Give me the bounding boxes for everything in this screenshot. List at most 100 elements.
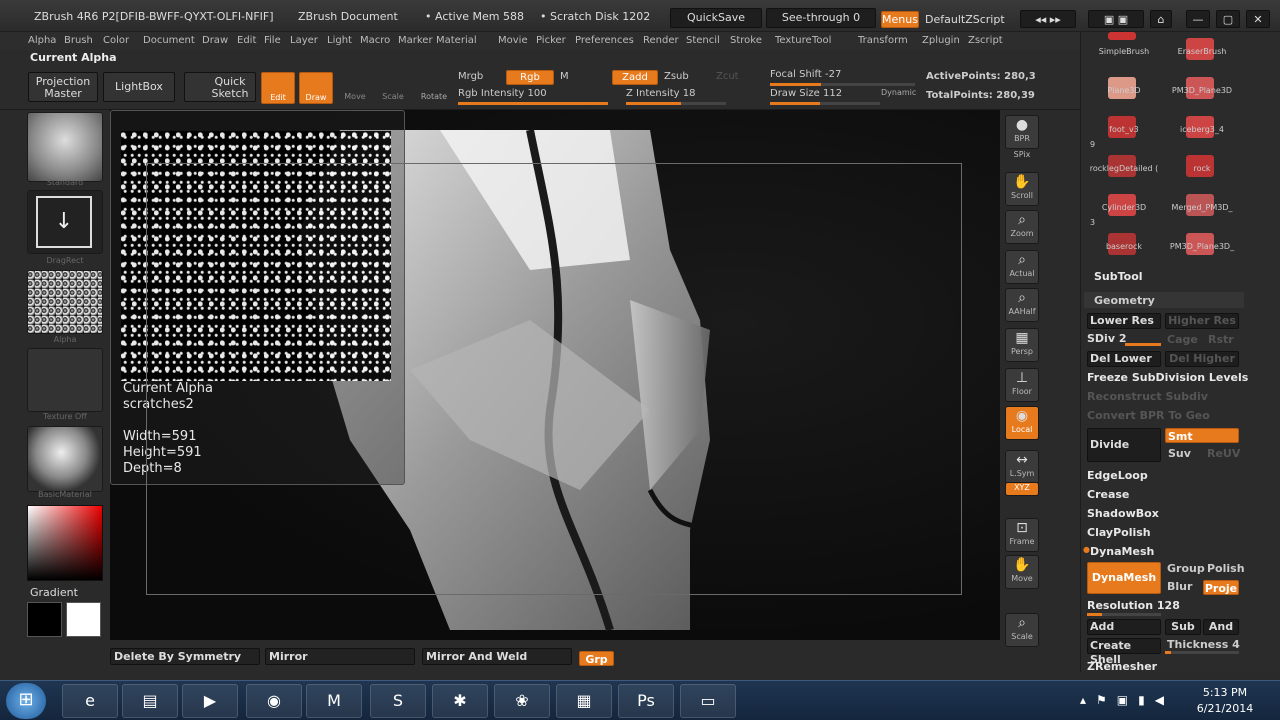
right-shelf-floor-button[interactable]: ⊥ Floor — [1005, 368, 1039, 402]
focal-shift-track[interactable] — [770, 83, 915, 86]
maya-icon[interactable]: M — [306, 684, 362, 718]
rgb-intensity-slider[interactable]: Rgb Intensity 100 — [458, 88, 547, 99]
draw-size-slider[interactable]: Draw Size 112 — [770, 88, 842, 99]
menu-item-file[interactable]: File — [264, 35, 281, 46]
freeze-subdiv-button[interactable]: Freeze SubDivision Levels — [1087, 371, 1248, 387]
right-shelf-scale-button[interactable]: ⌕ Scale — [1005, 613, 1039, 647]
history-arrows[interactable]: ◂◂ ▸▸ — [1020, 10, 1076, 28]
skype-icon[interactable]: S — [370, 684, 426, 718]
menu-item-brush[interactable]: Brush — [64, 35, 93, 46]
menu-item-movie[interactable]: Movie — [498, 35, 528, 46]
menu-item-zscript[interactable]: Zscript — [968, 35, 1003, 46]
right-shelf-local-button[interactable]: ◉ Local — [1005, 406, 1039, 440]
right-shelf-lsym-button[interactable]: ↔ L.Sym — [1005, 450, 1039, 484]
clock-date[interactable]: 6/21/2014 — [1190, 701, 1260, 717]
edit-button[interactable]: Edit — [261, 72, 295, 104]
blur-slider[interactable]: Blur — [1167, 580, 1192, 593]
system-tray-icons[interactable]: ▴⚑▣▮◀ — [1080, 693, 1174, 707]
photoshop-icon[interactable]: Ps — [618, 684, 674, 718]
quicksave-button[interactable]: QuickSave — [670, 8, 762, 28]
right-shelf-actual-button[interactable]: ⌕ Actual — [1005, 250, 1039, 284]
zsub-button[interactable]: Zsub — [664, 71, 689, 82]
minimize-icon[interactable]: — — [1186, 10, 1210, 28]
menu-item-color[interactable]: Color — [103, 35, 129, 46]
right-shelf-bpr-button[interactable]: ● BPR — [1005, 115, 1039, 149]
menu-item-material[interactable]: Material — [436, 35, 477, 46]
flower-app-icon[interactable]: ❀ — [494, 684, 550, 718]
higher-res-button[interactable]: Higher Res — [1165, 313, 1239, 329]
clock-time[interactable]: 5:13 PM — [1190, 685, 1260, 701]
polish-toggle[interactable]: Polish — [1207, 562, 1245, 575]
reconstruct-subdiv-button[interactable]: Reconstruct Subdiv — [1087, 390, 1208, 406]
resolution-track[interactable] — [1087, 613, 1161, 616]
zadd-button[interactable]: Zadd — [612, 70, 658, 85]
mirror-and-weld-button[interactable]: Mirror And Weld — [422, 648, 572, 665]
menu-item-picker[interactable]: Picker — [536, 35, 566, 46]
edgeloop-button[interactable]: EdgeLoop — [1087, 469, 1148, 485]
menu-item-stencil[interactable]: Stencil — [686, 35, 720, 46]
default-zscript-button[interactable]: DefaultZScript — [925, 13, 1005, 26]
internet-explorer-icon[interactable]: e — [62, 684, 118, 718]
add-button[interactable]: Add — [1087, 619, 1161, 635]
del-lower-button[interactable]: Del Lower — [1087, 351, 1161, 367]
shadowbox-button[interactable]: ShadowBox — [1087, 507, 1159, 523]
del-higher-button[interactable]: Del Higher — [1165, 351, 1239, 367]
create-shell-button[interactable]: Create Shell — [1087, 638, 1161, 666]
secondary-color-swatch[interactable] — [27, 602, 62, 637]
layout-icons[interactable]: ▣ ▣ — [1088, 10, 1144, 28]
texture-thumbnail[interactable] — [27, 348, 103, 412]
zremesher-subpalette[interactable]: ZRemesher — [1087, 660, 1157, 676]
right-shelf-spix-button[interactable]: SPix — [1005, 150, 1039, 166]
menu-item-document[interactable]: Document — [143, 35, 195, 46]
cage-button[interactable]: Cage — [1167, 333, 1198, 346]
menu-item-tool[interactable]: Tool — [812, 35, 831, 46]
menus-button[interactable]: Menus — [881, 11, 919, 28]
menu-item-texture[interactable]: Texture — [775, 35, 812, 46]
rgb-intensity-track[interactable] — [458, 102, 608, 105]
group-toggle[interactable]: Group — [1167, 562, 1205, 575]
main-color-swatch[interactable] — [66, 602, 101, 637]
reuv-button[interactable]: ReUV — [1207, 447, 1240, 460]
media-player-icon[interactable]: ▶ — [182, 684, 238, 718]
draw-button[interactable]: Draw — [299, 72, 333, 104]
brush-thumbnail[interactable] — [27, 112, 103, 182]
subtool-header[interactable]: SubTool — [1094, 270, 1143, 283]
lightbox-button[interactable]: LightBox — [103, 72, 175, 102]
menu-item-alpha[interactable]: Alpha — [28, 35, 56, 46]
move-button[interactable]: Move — [338, 72, 372, 104]
convert-bpr-button[interactable]: Convert BPR To Geo — [1087, 409, 1210, 425]
right-shelf-persp-button[interactable]: ▦ Persp — [1005, 328, 1039, 362]
dynamesh-button[interactable]: DynaMesh — [1087, 562, 1161, 594]
alpha-thumbnail[interactable] — [27, 270, 103, 334]
menu-item-render[interactable]: Render — [643, 35, 679, 46]
lock-icon[interactable]: ⌂ — [1150, 10, 1172, 28]
menu-item-layer[interactable]: Layer — [290, 35, 318, 46]
quick-sketch-button[interactable]: Quick Sketch — [184, 72, 256, 102]
project-toggle[interactable]: Proje — [1203, 580, 1239, 595]
terminal-icon[interactable]: ▭ — [680, 684, 736, 718]
delete-by-symmetry-button[interactable]: Delete By Symmetry — [110, 648, 260, 665]
right-shelf-aahalf-button[interactable]: ⌕ AAHalf — [1005, 288, 1039, 322]
rgb-button[interactable]: Rgb — [506, 70, 554, 85]
see-through-slider[interactable]: See-through 0 — [766, 8, 876, 28]
menu-item-light[interactable]: Light — [327, 35, 352, 46]
projection-master-button[interactable]: Projection Master — [28, 72, 98, 102]
grp-toggle[interactable]: Grp — [579, 651, 614, 666]
scale-button[interactable]: Scale — [376, 72, 410, 104]
menu-item-zplugin[interactable]: Zplugin — [922, 35, 960, 46]
stroke-thumbnail[interactable]: ↓ — [27, 190, 103, 254]
zbrush-icon[interactable]: ✱ — [432, 684, 488, 718]
material-thumbnail[interactable] — [27, 426, 103, 492]
thickness-slider[interactable]: Thickness 4 — [1167, 638, 1240, 651]
m-button[interactable]: M — [560, 71, 569, 82]
menu-item-stroke[interactable]: Stroke — [730, 35, 762, 46]
z-intensity-slider[interactable]: Z Intensity 18 — [626, 88, 695, 99]
geometry-header[interactable]: Geometry — [1094, 294, 1155, 307]
close-icon[interactable]: ✕ — [1246, 10, 1270, 28]
lower-res-button[interactable]: Lower Res — [1087, 313, 1161, 329]
maximize-icon[interactable]: ▢ — [1216, 10, 1240, 28]
menu-item-preferences[interactable]: Preferences — [575, 35, 634, 46]
color-picker[interactable] — [27, 505, 103, 581]
mrgb-button[interactable]: Mrgb — [458, 71, 483, 82]
z-intensity-track[interactable] — [626, 102, 726, 105]
